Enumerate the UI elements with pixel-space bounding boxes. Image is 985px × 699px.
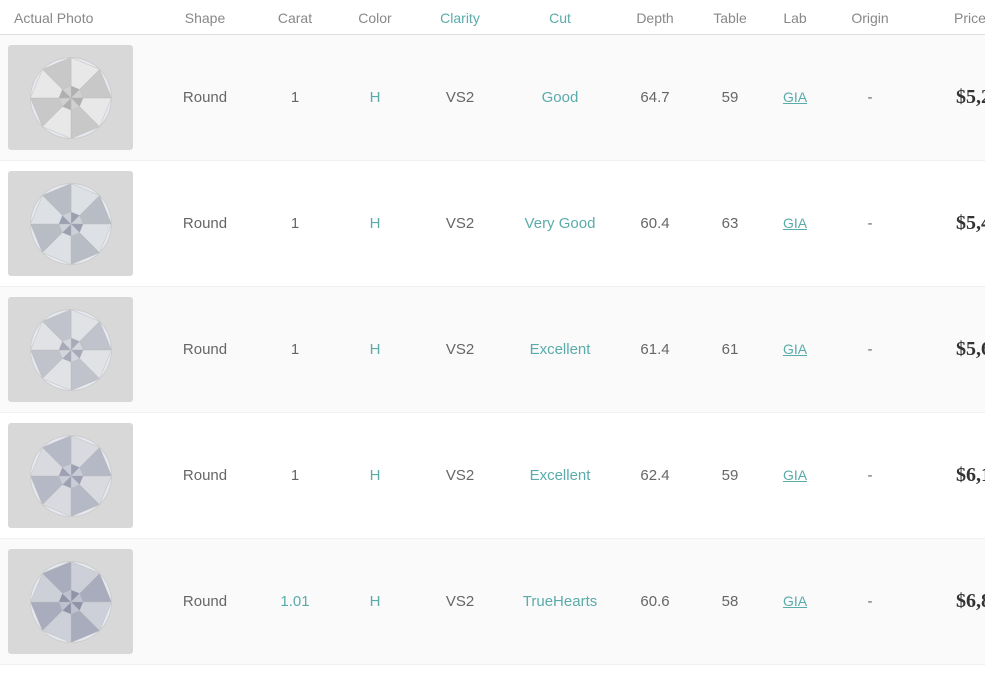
header-depth: Depth [615, 10, 695, 26]
table-body: Round 1 H VS2 Good 64.7 59 GIA - $5,240 [0, 35, 985, 665]
cell-lab[interactable]: GIA [765, 89, 825, 106]
cell-table: 59 [695, 467, 765, 484]
cell-color: H [335, 89, 415, 106]
cell-depth: 64.7 [615, 89, 695, 106]
cell-table: 59 [695, 89, 765, 106]
cell-shape: Round [155, 215, 255, 232]
header-lab: Lab [765, 10, 825, 26]
header-origin: Origin [825, 10, 915, 26]
diamond-photo-cell[interactable] [0, 45, 155, 150]
table-row: Round 1 H VS2 Excellent 61.4 61 GIA - $5… [0, 287, 985, 413]
cell-cut: Excellent [505, 467, 615, 484]
table-row: Round 1 H VS2 Excellent 62.4 59 GIA - $6… [0, 413, 985, 539]
diamond-table: Actual Photo Shape Carat Color Clarity C… [0, 0, 985, 665]
diamond-image[interactable] [8, 45, 133, 150]
cell-depth: 62.4 [615, 467, 695, 484]
diamond-photo-cell[interactable] [0, 171, 155, 276]
diamond-image[interactable] [8, 297, 133, 402]
cell-table: 58 [695, 593, 765, 610]
gia-link[interactable]: GIA [783, 89, 807, 105]
cell-cut: Excellent [505, 341, 615, 358]
diamond-image[interactable] [8, 549, 133, 654]
cell-carat: 1 [255, 341, 335, 358]
cell-shape: Round [155, 593, 255, 610]
cell-depth: 60.6 [615, 593, 695, 610]
cell-cut: TrueHearts [505, 593, 615, 610]
cell-origin: - [825, 341, 915, 358]
cell-origin: - [825, 467, 915, 484]
cell-clarity: VS2 [415, 341, 505, 358]
cell-table: 63 [695, 215, 765, 232]
gia-link[interactable]: GIA [783, 341, 807, 357]
cell-table: 61 [695, 341, 765, 358]
header-carat: Carat [255, 10, 335, 26]
cell-carat: 1 [255, 215, 335, 232]
cell-lab[interactable]: GIA [765, 341, 825, 358]
header-shape: Shape [155, 10, 255, 26]
gia-link[interactable]: GIA [783, 593, 807, 609]
cell-carat: 1.01 [255, 593, 335, 610]
header-price: Price [915, 10, 985, 26]
cell-clarity: VS2 [415, 467, 505, 484]
cell-carat: 1 [255, 89, 335, 106]
cell-lab[interactable]: GIA [765, 593, 825, 610]
cell-color: H [335, 467, 415, 484]
gia-link[interactable]: GIA [783, 467, 807, 483]
cell-shape: Round [155, 89, 255, 106]
diamond-photo-cell[interactable] [0, 549, 155, 654]
header-cut: Cut [505, 10, 615, 26]
cell-clarity: VS2 [415, 89, 505, 106]
cell-origin: - [825, 593, 915, 610]
header-table: Table [695, 10, 765, 26]
header-color: Color [335, 10, 415, 26]
cell-depth: 60.4 [615, 215, 695, 232]
cell-color: H [335, 341, 415, 358]
diamond-image[interactable] [8, 423, 133, 528]
cell-lab[interactable]: GIA [765, 215, 825, 232]
cell-carat: 1 [255, 467, 335, 484]
header-clarity: Clarity [415, 10, 505, 26]
diamond-image[interactable] [8, 171, 133, 276]
cell-price: $5,240 [915, 86, 985, 109]
diamond-photo-cell[interactable] [0, 297, 155, 402]
cell-depth: 61.4 [615, 341, 695, 358]
table-header: Actual Photo Shape Carat Color Clarity C… [0, 0, 985, 35]
cell-price: $6,850 [915, 590, 985, 613]
cell-cut: Very Good [505, 215, 615, 232]
cell-lab[interactable]: GIA [765, 467, 825, 484]
cell-color: H [335, 593, 415, 610]
table-row: Round 1.01 H VS2 TrueHearts 60.6 58 GIA … [0, 539, 985, 665]
cell-shape: Round [155, 341, 255, 358]
gia-link[interactable]: GIA [783, 215, 807, 231]
cell-price: $6,100 [915, 464, 985, 487]
header-actual-photo: Actual Photo [0, 10, 155, 26]
cell-price: $5,670 [915, 338, 985, 361]
cell-shape: Round [155, 467, 255, 484]
cell-origin: - [825, 215, 915, 232]
table-row: Round 1 H VS2 Very Good 60.4 63 GIA - $5… [0, 161, 985, 287]
table-row: Round 1 H VS2 Good 64.7 59 GIA - $5,240 [0, 35, 985, 161]
diamond-photo-cell[interactable] [0, 423, 155, 528]
cell-color: H [335, 215, 415, 232]
cell-price: $5,430 [915, 212, 985, 235]
cell-origin: - [825, 89, 915, 106]
cell-clarity: VS2 [415, 215, 505, 232]
cell-cut: Good [505, 89, 615, 106]
cell-clarity: VS2 [415, 593, 505, 610]
